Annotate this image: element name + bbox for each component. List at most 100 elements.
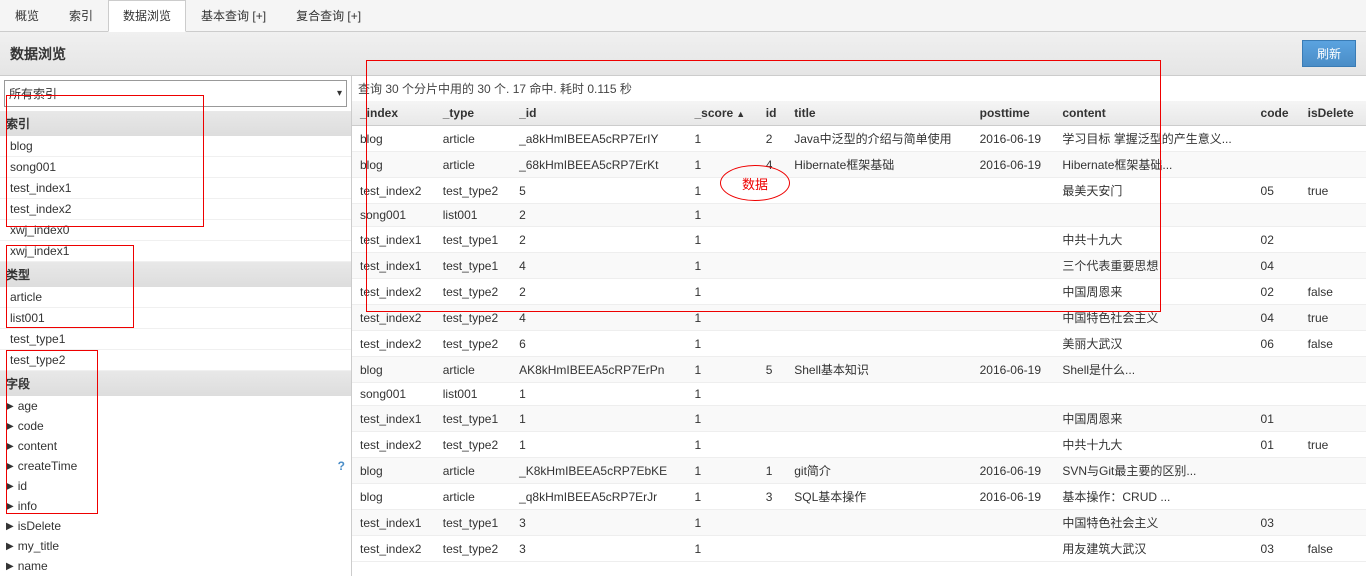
refresh-button[interactable]: 刷新 (1302, 40, 1356, 67)
table-row[interactable]: test_index2test_type251最美天安门05true (352, 178, 1366, 204)
cell-isDelete: false (1300, 536, 1366, 562)
field-label: isDelete (18, 519, 61, 533)
cell-_type: test_type2 (435, 536, 511, 562)
cell-isDelete (1300, 227, 1366, 253)
cell-title (786, 406, 971, 432)
table-row[interactable]: song001list00121 (352, 204, 1366, 227)
table-body: blogarticle_a8kHmIBEEA5cRP7ErIY12Java中泛型… (352, 126, 1366, 562)
column-_id[interactable]: _id (511, 101, 686, 126)
cell-_index: test_index2 (352, 279, 435, 305)
column-_index[interactable]: _index (352, 101, 435, 126)
cell-posttime (972, 383, 1055, 406)
table-row[interactable]: test_index2test_type261美丽大武汉06false (352, 331, 1366, 357)
index-dropdown[interactable]: 所有索引 ▾ (4, 80, 347, 107)
type-section-header: 类型 (0, 262, 351, 287)
field-label: name (18, 559, 48, 573)
table-row[interactable]: blogarticle_68kHmIBEEA5cRP7ErKt14Hiberna… (352, 152, 1366, 178)
column-posttime[interactable]: posttime (972, 101, 1055, 126)
cell-title (786, 227, 971, 253)
cell-title (786, 204, 971, 227)
cell-_id: _q8kHmIBEEA5cRP7ErJr (511, 484, 686, 510)
cell-code (1253, 357, 1300, 383)
field-item-name[interactable]: ▶name (0, 556, 351, 576)
cell-posttime (972, 204, 1055, 227)
tab-4[interactable]: 复合查询 [+] (281, 0, 376, 31)
cell-content: 中国周恩来 (1054, 279, 1252, 305)
table-row[interactable]: test_index1test_type131中国特色社会主义03 (352, 510, 1366, 536)
column-content[interactable]: content (1054, 101, 1252, 126)
list-item-test_type1[interactable]: test_type1 (0, 329, 351, 350)
field-item-info[interactable]: ▶info (0, 496, 351, 516)
column-isDelete[interactable]: isDelete (1300, 101, 1366, 126)
list-item-article[interactable]: article (0, 287, 351, 308)
tab-2[interactable]: 数据浏览 (108, 0, 186, 32)
cell-id (758, 383, 787, 406)
list-item-list001[interactable]: list001 (0, 308, 351, 329)
cell-_score: 1 (687, 406, 758, 432)
cell-_type: test_type2 (435, 279, 511, 305)
column-id[interactable]: id (758, 101, 787, 126)
field-item-isDelete[interactable]: ▶isDelete (0, 516, 351, 536)
tab-1[interactable]: 索引 (54, 0, 108, 31)
tab-0[interactable]: 概览 (0, 0, 54, 31)
cell-_type: list001 (435, 204, 511, 227)
cell-id: 2 (758, 126, 787, 152)
cell-_score: 1 (687, 305, 758, 331)
cell-_index: test_index1 (352, 253, 435, 279)
list-item-test_index1[interactable]: test_index1 (0, 178, 351, 199)
cell-_index: test_index1 (352, 227, 435, 253)
cell-_score: 1 (687, 484, 758, 510)
table-row[interactable]: song001list00111 (352, 383, 1366, 406)
table-row[interactable]: blogarticle_a8kHmIBEEA5cRP7ErIY12Java中泛型… (352, 126, 1366, 152)
cell-posttime (972, 510, 1055, 536)
list-item-blog[interactable]: blog (0, 136, 351, 157)
cell-id: 3 (758, 484, 787, 510)
cell-code: 01 (1253, 406, 1300, 432)
table-row[interactable]: test_index2test_type211中共十九大01true (352, 432, 1366, 458)
column-_score[interactable]: _score▲ (687, 101, 758, 126)
cell-_index: blog (352, 357, 435, 383)
cell-_id: 1 (511, 383, 686, 406)
cell-title: git简介 (786, 458, 971, 484)
cell-_id: 4 (511, 305, 686, 331)
cell-title (786, 432, 971, 458)
tab-3[interactable]: 基本查询 [+] (186, 0, 281, 31)
cell-isDelete (1300, 204, 1366, 227)
cell-id (758, 536, 787, 562)
list-item-test_index2[interactable]: test_index2 (0, 199, 351, 220)
field-item-id[interactable]: ▶id (0, 476, 351, 496)
column-_type[interactable]: _type (435, 101, 511, 126)
table-row[interactable]: test_index1test_type121中共十九大02 (352, 227, 1366, 253)
cell-_type: test_type1 (435, 510, 511, 536)
cell-content: 基本操作：CRUD ... (1054, 484, 1252, 510)
table-row[interactable]: blogarticle_q8kHmIBEEA5cRP7ErJr13SQL基本操作… (352, 484, 1366, 510)
cell-_type: article (435, 458, 511, 484)
field-item-age[interactable]: ▶age (0, 396, 351, 416)
field-item-createTime[interactable]: ▶createTime? (0, 456, 351, 476)
list-item-xwj_index0[interactable]: xwj_index0 (0, 220, 351, 241)
list-item-xwj_index1[interactable]: xwj_index1 (0, 241, 351, 262)
cell-isDelete (1300, 152, 1366, 178)
list-item-song001[interactable]: song001 (0, 157, 351, 178)
cell-posttime (972, 432, 1055, 458)
table-row[interactable]: test_index2test_type221中国周恩来02false (352, 279, 1366, 305)
column-title[interactable]: title (786, 101, 971, 126)
cell-_id: 1 (511, 432, 686, 458)
field-item-content[interactable]: ▶content (0, 436, 351, 456)
table-row[interactable]: test_index2test_type231用友建筑大武汉03false (352, 536, 1366, 562)
cell-_index: song001 (352, 383, 435, 406)
index-section-header: 索引 (0, 111, 351, 136)
cell-content: Shell是什么... (1054, 357, 1252, 383)
field-item-my_title[interactable]: ▶my_title (0, 536, 351, 556)
table-row[interactable]: blogarticleAK8kHmIBEEA5cRP7ErPn15Shell基本… (352, 357, 1366, 383)
list-item-test_type2[interactable]: test_type2 (0, 350, 351, 371)
field-item-code[interactable]: ▶code (0, 416, 351, 436)
cell-_type: test_type1 (435, 227, 511, 253)
help-icon[interactable]: ? (338, 459, 345, 473)
table-row[interactable]: test_index1test_type111中国周恩来01 (352, 406, 1366, 432)
column-code[interactable]: code (1253, 101, 1300, 126)
table-row[interactable]: test_index1test_type141三个代表重要思想04 (352, 253, 1366, 279)
table-row[interactable]: blogarticle_K8kHmIBEEA5cRP7EbKE11git简介20… (352, 458, 1366, 484)
cell-posttime: 2016-06-19 (972, 458, 1055, 484)
table-row[interactable]: test_index2test_type241中国特色社会主义04true (352, 305, 1366, 331)
